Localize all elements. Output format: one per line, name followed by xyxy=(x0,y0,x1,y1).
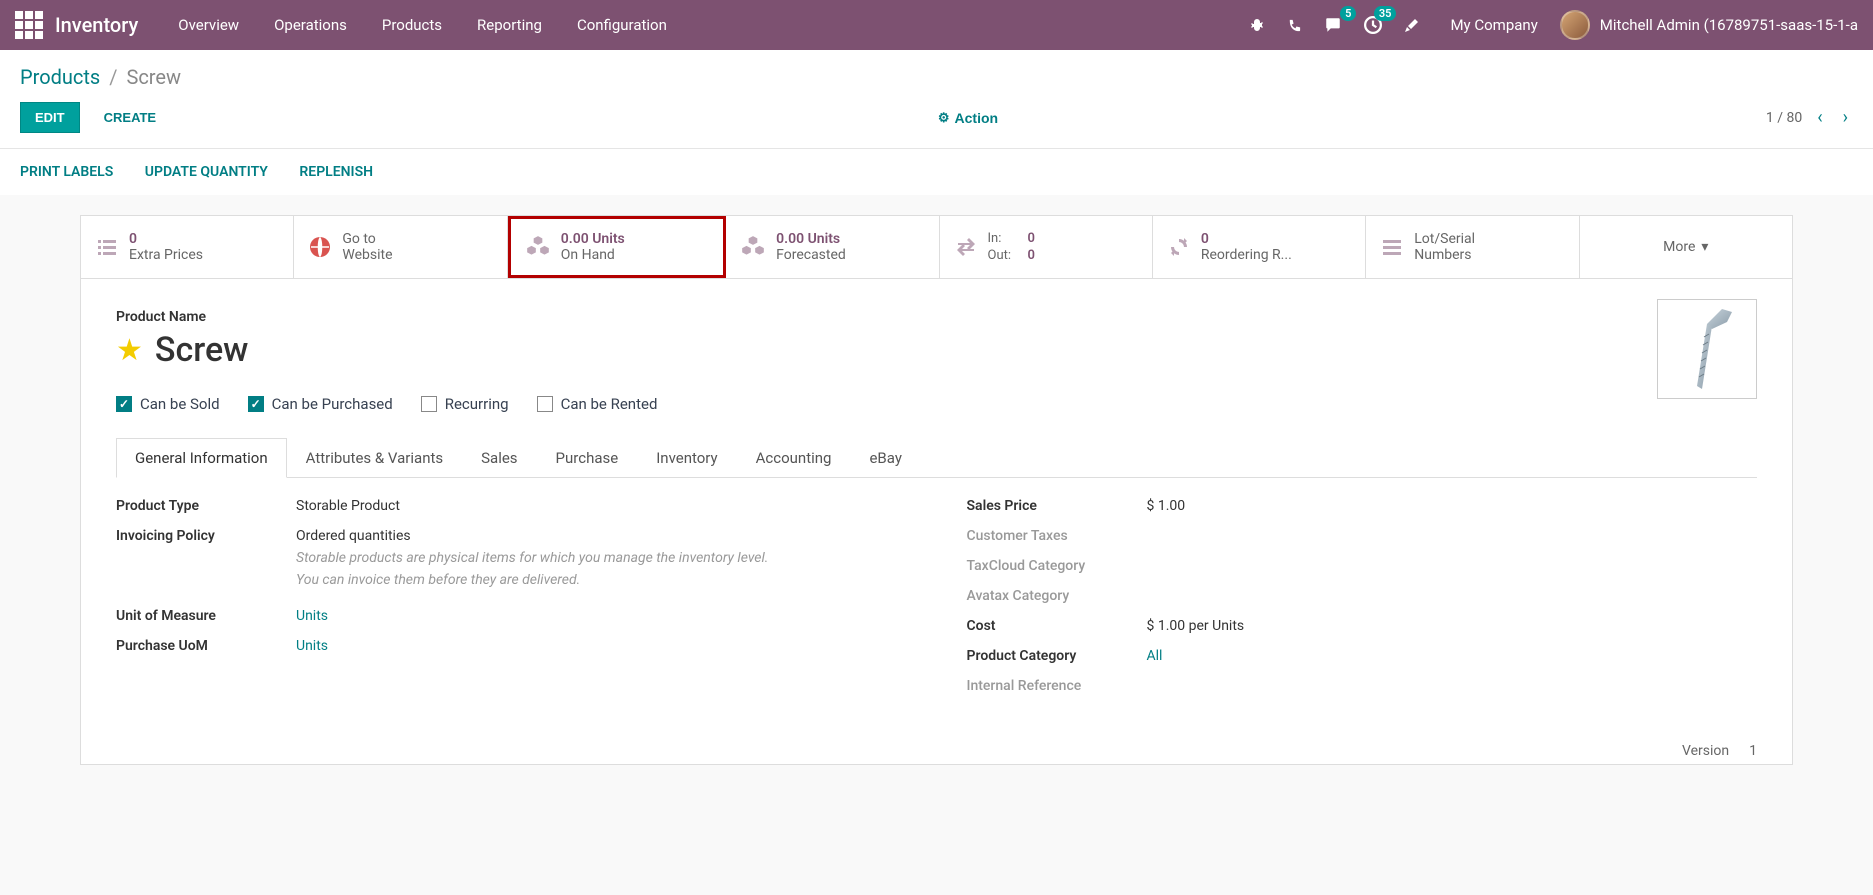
stat-extra-prices[interactable]: 0Extra Prices xyxy=(81,216,294,278)
value-product-type: Storable Product xyxy=(296,498,907,514)
label-invoicing-policy: Invoicing Policy xyxy=(116,528,296,594)
stat-reordering[interactable]: 0Reordering R... xyxy=(1153,216,1366,278)
checkbox-icon: ✓ xyxy=(248,396,264,412)
bars-icon xyxy=(1380,235,1404,259)
cubes-icon xyxy=(525,234,551,260)
tab-purchase[interactable]: Purchase xyxy=(537,438,638,478)
stat-website[interactable]: Go toWebsite xyxy=(294,216,507,278)
stat-on-hand[interactable]: 0.00 UnitsOn Hand xyxy=(508,216,726,278)
refresh-icon xyxy=(1167,235,1191,259)
pager-text: 1 / 80 xyxy=(1766,110,1802,126)
label-uom: Unit of Measure xyxy=(116,608,296,624)
nav-products[interactable]: Products xyxy=(382,16,442,34)
apps-icon[interactable] xyxy=(15,11,43,39)
messages-icon[interactable]: 5 xyxy=(1324,16,1342,34)
activities-badge: 35 xyxy=(1374,6,1397,21)
replenish-button[interactable]: REPLENISH xyxy=(299,164,373,180)
transfer-icon xyxy=(954,235,978,259)
product-name-label: Product Name xyxy=(116,309,1757,325)
phone-icon[interactable] xyxy=(1287,18,1302,33)
nav-configuration[interactable]: Configuration xyxy=(577,16,667,34)
label-purchase-uom: Purchase UoM xyxy=(116,638,296,654)
nav-reporting[interactable]: Reporting xyxy=(477,16,542,34)
stat-bar: 0Extra Prices Go toWebsite 0.00 UnitsOn … xyxy=(81,216,1792,279)
create-button[interactable]: CREATE xyxy=(90,103,170,132)
globe-icon xyxy=(308,235,332,259)
app-title[interactable]: Inventory xyxy=(55,13,138,37)
avatar xyxy=(1560,10,1590,40)
tab-ebay[interactable]: eBay xyxy=(850,438,920,478)
gear-icon xyxy=(938,109,950,126)
tools-icon[interactable] xyxy=(1404,17,1420,33)
pager-prev[interactable]: ‹ xyxy=(1812,107,1827,128)
value-cost: $ 1.00 per Units xyxy=(1147,618,1758,634)
bug-icon[interactable] xyxy=(1249,17,1265,33)
label-product-type: Product Type xyxy=(116,498,296,514)
version-row: Version1 xyxy=(81,738,1792,764)
tab-sales[interactable]: Sales xyxy=(462,438,536,478)
label-taxcloud: TaxCloud Category xyxy=(967,558,1147,574)
check-can-be-sold[interactable]: ✓Can be Sold xyxy=(116,395,220,413)
edit-button[interactable]: EDIT xyxy=(20,102,80,133)
label-cost: Cost xyxy=(967,618,1147,634)
update-quantity-button[interactable]: UPDATE QUANTITY xyxy=(145,164,268,180)
top-nav: Overview Operations Products Reporting C… xyxy=(178,16,1249,34)
checkbox-icon xyxy=(537,396,553,412)
tab-attributes[interactable]: Attributes & Variants xyxy=(287,438,462,478)
value-product-category[interactable]: All xyxy=(1147,648,1758,664)
print-labels-button[interactable]: PRINT LABELS xyxy=(20,164,113,180)
favorite-star[interactable]: ★ xyxy=(116,333,143,368)
tab-inventory[interactable]: Inventory xyxy=(637,438,736,478)
label-sales-price: Sales Price xyxy=(967,498,1147,514)
breadcrumb: Products / Screw xyxy=(0,50,1873,97)
company-name[interactable]: My Company xyxy=(1450,16,1537,34)
breadcrumb-sep: / xyxy=(109,65,117,89)
tab-accounting[interactable]: Accounting xyxy=(737,438,851,478)
stat-in-out[interactable]: In:0 Out:0 xyxy=(940,216,1153,278)
chevron-down-icon: ▾ xyxy=(1701,239,1708,255)
value-purchase-uom[interactable]: Units xyxy=(296,638,907,654)
stat-forecasted[interactable]: 0.00 UnitsForecasted xyxy=(726,216,939,278)
product-form: 0Extra Prices Go toWebsite 0.00 UnitsOn … xyxy=(80,215,1793,765)
user-name: Mitchell Admin (16789751-saas-15-1-a xyxy=(1600,16,1858,34)
checkbox-icon: ✓ xyxy=(116,396,132,412)
check-recurring[interactable]: Recurring xyxy=(421,395,509,413)
pager-next[interactable]: › xyxy=(1838,107,1853,128)
breadcrumb-current: Screw xyxy=(126,65,181,89)
value-uom[interactable]: Units xyxy=(296,608,907,624)
breadcrumb-parent[interactable]: Products xyxy=(20,65,100,89)
product-checks: ✓Can be Sold ✓Can be Purchased Recurring… xyxy=(116,395,1757,413)
value-sales-price: $ 1.00 xyxy=(1147,498,1758,514)
label-customer-taxes: Customer Taxes xyxy=(967,528,1147,544)
list-icon xyxy=(95,235,119,259)
action-buttons: PRINT LABELS UPDATE QUANTITY REPLENISH xyxy=(0,149,1873,195)
stat-more[interactable]: More ▾ xyxy=(1580,216,1792,278)
product-name: Screw xyxy=(155,330,248,370)
activities-icon[interactable]: 35 xyxy=(1364,16,1382,34)
topbar: Inventory Overview Operations Products R… xyxy=(0,0,1873,50)
control-bar: EDIT CREATE Action 1 / 80 ‹ › xyxy=(0,97,1873,149)
product-tabs: General Information Attributes & Variant… xyxy=(116,438,1757,478)
product-image[interactable] xyxy=(1657,299,1757,399)
label-product-category: Product Category xyxy=(967,648,1147,664)
pager: 1 / 80 ‹ › xyxy=(1766,107,1853,128)
action-dropdown[interactable]: Action xyxy=(938,109,998,126)
nav-overview[interactable]: Overview xyxy=(178,16,239,34)
cubes-icon xyxy=(740,234,766,260)
check-can-be-purchased[interactable]: ✓Can be Purchased xyxy=(248,395,393,413)
nav-operations[interactable]: Operations xyxy=(274,16,347,34)
topbar-right: 5 35 My Company Mitchell Admin (16789751… xyxy=(1249,10,1858,40)
messages-badge: 5 xyxy=(1340,6,1356,21)
value-invoicing-policy: Ordered quantitiesStorable products are … xyxy=(296,528,907,594)
user-menu[interactable]: Mitchell Admin (16789751-saas-15-1-a xyxy=(1560,10,1858,40)
checkbox-icon xyxy=(421,396,437,412)
tab-general[interactable]: General Information xyxy=(116,438,287,478)
label-internal-reference: Internal Reference xyxy=(967,678,1147,694)
check-can-be-rented[interactable]: Can be Rented xyxy=(537,395,658,413)
stat-lots[interactable]: Lot/SerialNumbers xyxy=(1366,216,1579,278)
label-avatax: Avatax Category xyxy=(967,588,1147,604)
